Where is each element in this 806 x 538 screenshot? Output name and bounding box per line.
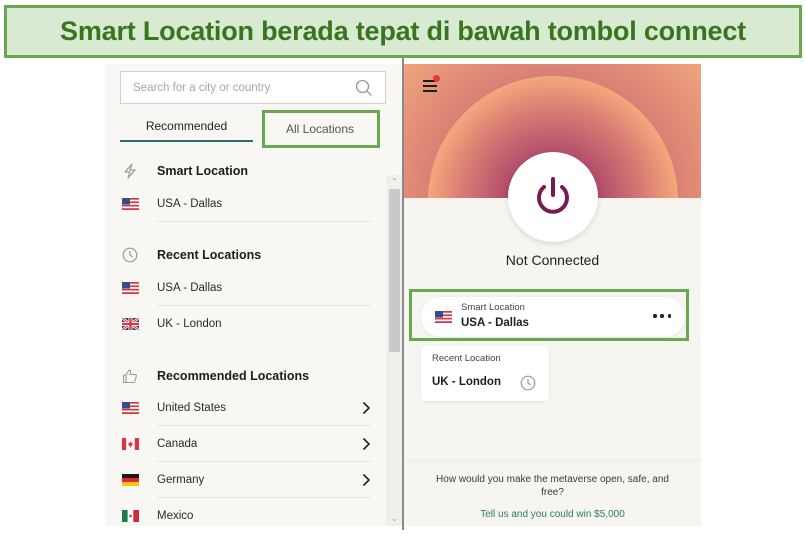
list-item[interactable]: Mexico bbox=[105, 498, 387, 526]
lightning-icon bbox=[122, 163, 138, 179]
chevron-right-icon[interactable] bbox=[361, 401, 371, 415]
section-title: Smart Location bbox=[157, 164, 248, 178]
search-icon[interactable] bbox=[355, 79, 373, 97]
connect-button[interactable] bbox=[508, 152, 598, 242]
section-header-recommended-locations: Recommended Locations bbox=[105, 361, 387, 391]
clock-icon bbox=[122, 247, 138, 263]
uk-flag-icon bbox=[122, 318, 139, 330]
chevron-right-icon[interactable] bbox=[361, 437, 371, 451]
scroll-down-arrow-icon[interactable]: ⌄ bbox=[389, 512, 400, 524]
section-header-smart-location: Smart Location bbox=[105, 156, 387, 186]
recent-location-subtitle: Recent Location bbox=[432, 353, 501, 364]
us-flag-icon bbox=[435, 311, 452, 323]
section-title: Recent Locations bbox=[157, 248, 262, 262]
search-box[interactable] bbox=[120, 71, 386, 104]
tab-all-locations[interactable]: All Locations bbox=[261, 110, 379, 148]
list-item-label: UK - London bbox=[157, 318, 222, 330]
connection-status: Not Connected bbox=[505, 252, 600, 268]
list-item-label: United States bbox=[157, 402, 227, 414]
scroll-up-arrow-icon[interactable]: ⌃ bbox=[389, 175, 400, 187]
list-item[interactable]: USA - Dallas bbox=[105, 186, 387, 222]
section-header-recent-locations: Recent Locations bbox=[105, 240, 387, 270]
germany-flag-icon bbox=[122, 474, 139, 486]
list-item-label: Canada bbox=[157, 438, 198, 450]
power-icon bbox=[537, 177, 569, 214]
recent-location-card[interactable]: Recent Location UK - London bbox=[421, 346, 549, 401]
list-item-label: Mexico bbox=[157, 510, 194, 522]
promo-question: How would you make the metaverse open, s… bbox=[436, 474, 669, 498]
recent-location-name: UK - London bbox=[432, 376, 501, 388]
location-card-subtitle: Smart Location bbox=[461, 302, 525, 313]
list-item[interactable]: Germany bbox=[105, 462, 387, 498]
list-item[interactable]: USA - Dallas bbox=[105, 270, 387, 306]
notification-dot bbox=[433, 75, 440, 82]
promo-link[interactable]: Tell us and you could win $5,000 bbox=[404, 509, 701, 520]
list-item-label: USA - Dallas bbox=[157, 282, 223, 294]
caption-banner: Smart Location berada tepat di bawah tom… bbox=[4, 5, 802, 58]
us-flag-icon bbox=[122, 402, 139, 414]
list-item-label: USA - Dallas bbox=[157, 198, 223, 210]
divider bbox=[157, 221, 371, 222]
list-item[interactable]: UK - London bbox=[105, 306, 387, 342]
section-title: Recommended Locations bbox=[157, 369, 310, 383]
list-item[interactable]: Canada bbox=[105, 426, 387, 462]
list-item-label: Germany bbox=[157, 474, 205, 486]
location-list-scrollbar[interactable]: ⌃ ⌄ bbox=[386, 175, 402, 526]
connect-panel: Not Connected Smart Location USA - Dalla… bbox=[404, 64, 701, 526]
scroll-thumb[interactable] bbox=[389, 189, 400, 352]
location-card-name: USA - Dallas bbox=[461, 317, 529, 329]
clock-icon bbox=[520, 375, 536, 391]
smart-location-card[interactable]: Smart Location USA - Dallas bbox=[421, 297, 685, 337]
hamburger-menu-icon[interactable] bbox=[422, 75, 440, 93]
us-flag-icon bbox=[122, 198, 139, 210]
more-options-icon[interactable] bbox=[653, 309, 671, 323]
list-item[interactable]: United States bbox=[105, 390, 387, 426]
canada-flag-icon bbox=[122, 438, 139, 450]
chevron-right-icon[interactable] bbox=[361, 473, 371, 487]
us-flag-icon bbox=[122, 282, 139, 294]
thumbs-up-icon bbox=[122, 368, 138, 384]
search-input[interactable] bbox=[133, 72, 343, 103]
promo-banner: How would you make the metaverse open, s… bbox=[404, 460, 701, 526]
caption-text: Smart Location berada tepat di bawah tom… bbox=[60, 16, 746, 46]
location-tabs: Recommended All Locations bbox=[120, 112, 386, 142]
location-picker-panel: Recommended All Locations Smart Location… bbox=[105, 64, 403, 526]
mexico-flag-icon bbox=[122, 510, 139, 522]
tab-recommended[interactable]: Recommended bbox=[120, 112, 253, 142]
